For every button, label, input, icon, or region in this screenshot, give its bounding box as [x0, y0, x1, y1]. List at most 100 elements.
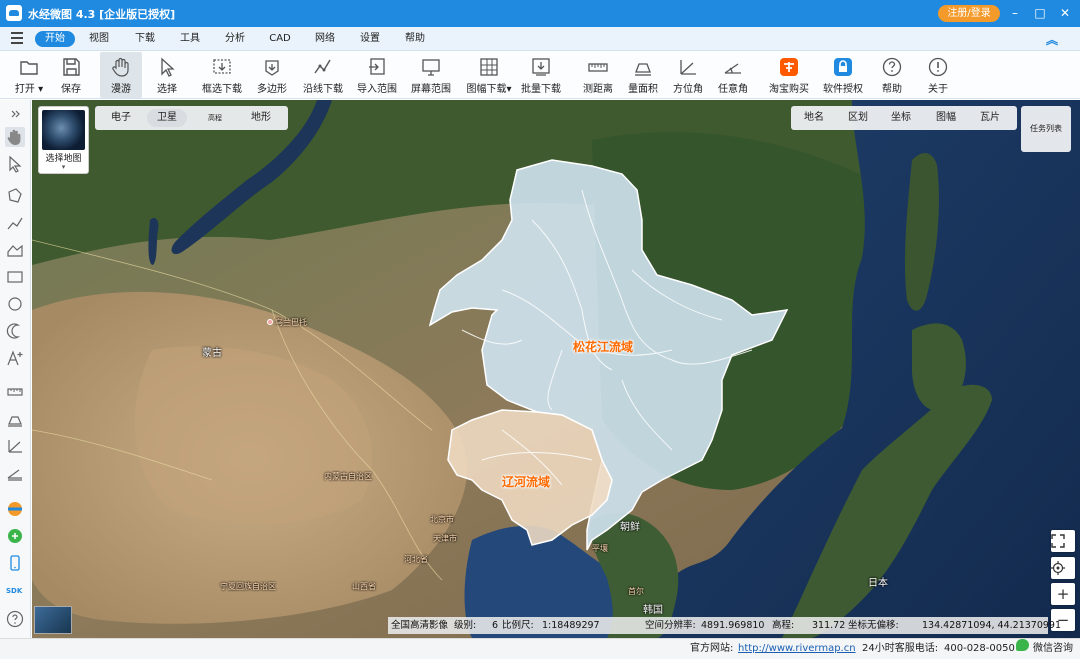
menu-tools[interactable]: 工具 [175, 31, 205, 47]
sidebar-area-icon[interactable] [5, 409, 25, 429]
menu-network[interactable]: 网络 [310, 31, 340, 47]
map-label-pyongyang: 平壤 [592, 544, 608, 553]
measure-area-button[interactable]: 量面积 [623, 52, 663, 98]
green-link-icon[interactable] [5, 526, 25, 546]
map-type-elevation[interactable]: 高程 [195, 109, 235, 127]
close-button[interactable]: ✕ [1056, 4, 1074, 22]
draw-rectangle-icon[interactable] [5, 267, 25, 287]
draw-line-icon[interactable] [5, 213, 25, 233]
menu-download[interactable]: 下载 [130, 31, 160, 47]
screen-range-button[interactable]: 屏幕范围 [408, 52, 454, 98]
line-download-button[interactable]: 沿线下载 [300, 52, 346, 98]
status-coord: 134.42871094, 44.21370991 [922, 620, 1062, 631]
polygon-icon [265, 60, 279, 76]
line-download-label: 沿线下载 [303, 84, 343, 95]
angle-icon [724, 63, 741, 74]
maximize-button[interactable]: □ [1031, 4, 1049, 22]
hand-icon [112, 57, 129, 77]
locate-button[interactable] [1051, 557, 1075, 579]
draw-circle-icon[interactable] [5, 294, 25, 314]
save-button[interactable]: 保存 [52, 52, 90, 98]
map-view[interactable]: 松花江流域 辽河流域 蒙古 乌兰巴托 内蒙古自治区 北京市 天津市 河北省 山西… [32, 100, 1080, 638]
svg-text:SDK: SDK [6, 587, 23, 595]
draw-area-icon[interactable] [5, 240, 25, 260]
import-icon [369, 58, 385, 75]
minimize-button[interactable]: – [1006, 4, 1024, 22]
wechat-consult-link[interactable]: 微信咨询 [1033, 639, 1073, 659]
license-label: 软件授权 [823, 84, 863, 95]
pan-button[interactable]: 漫游 [100, 52, 142, 98]
sdk-icon[interactable]: SDK [5, 580, 25, 600]
polyline-icon [314, 59, 331, 74]
map-label-hebei: 河北省 [404, 555, 428, 564]
measure-distance-button[interactable]: 测距离 [578, 52, 618, 98]
layer-place-names[interactable]: 地名 [804, 109, 824, 127]
select-tool-icon[interactable] [5, 154, 25, 174]
sidebar-help-icon[interactable] [5, 609, 25, 629]
map-type-satellite[interactable]: 卫星 [147, 109, 187, 127]
menu-start[interactable]: 开始 [35, 31, 75, 47]
sheet-download-label: 图幅下载 [466, 84, 507, 95]
expand-sidebar-icon[interactable] [5, 104, 25, 124]
monitor-icon [422, 59, 440, 76]
open-dropdown-arrow[interactable]: ▾ [38, 84, 43, 95]
hamburger-menu-icon[interactable] [11, 32, 23, 44]
menu-settings[interactable]: 设置 [355, 31, 385, 47]
wechat-icon[interactable] [1016, 639, 1029, 651]
add-text-icon[interactable] [5, 348, 25, 368]
sheet-download-button[interactable]: 图幅下载▾ [462, 52, 516, 98]
globe-thumbnail-icon [42, 110, 85, 150]
sidebar-ruler-icon[interactable] [5, 382, 25, 402]
lock-icon [834, 58, 852, 76]
menu-cad[interactable]: CAD [264, 31, 296, 47]
login-button[interactable]: 注册/登录 [938, 5, 1000, 22]
any-angle-button[interactable]: 任意角 [713, 52, 753, 98]
layer-coordinates[interactable]: 坐标 [891, 109, 911, 127]
polygon-button[interactable]: 多边形 [253, 52, 291, 98]
map-label-songhua-basin: 松花江流域 [573, 340, 634, 354]
sheet-dropdown-arrow[interactable]: ▾ [506, 84, 511, 95]
draw-polygon-icon[interactable] [5, 186, 25, 206]
sidebar-angle-icon[interactable] [5, 463, 25, 483]
measure-distance-label: 测距离 [583, 84, 613, 95]
map-type-terrain[interactable]: 地形 [241, 109, 281, 127]
overview-map-thumbnail[interactable] [34, 606, 72, 634]
status-resolution: 4891.969810 [701, 620, 765, 631]
box-download-button[interactable]: 框选下载 [197, 52, 247, 98]
azimuth-icon [680, 60, 696, 75]
menu-help[interactable]: 帮助 [400, 31, 430, 47]
sidebar-azimuth-icon[interactable] [5, 436, 25, 456]
taobao-buy-button[interactable]: 淘宝购买 [765, 52, 813, 98]
fullscreen-button[interactable] [1051, 530, 1075, 552]
zoom-in-button[interactable]: + [1051, 583, 1075, 605]
map-label-inner-mongolia: 内蒙古自治区 [324, 472, 372, 481]
taobao-buy-label: 淘宝购买 [769, 84, 809, 95]
about-button[interactable]: 关于 [920, 52, 956, 98]
layer-tiles[interactable]: 瓦片 [980, 109, 1000, 127]
app-logo-icon [6, 5, 22, 21]
menu-analysis[interactable]: 分析 [220, 31, 250, 47]
collapse-ribbon-icon[interactable]: ︽ [1046, 31, 1058, 48]
map-source-selector[interactable]: 选择地图 ▾ [38, 106, 89, 174]
draw-sector-icon[interactable] [5, 321, 25, 341]
globe-color-icon[interactable] [5, 499, 25, 519]
phone-icon[interactable] [5, 553, 25, 573]
layer-districts[interactable]: 区划 [848, 109, 868, 127]
fullscreen-icon [1051, 534, 1065, 548]
save-label: 保存 [61, 84, 81, 95]
map-type-electronic[interactable]: 电子 [101, 109, 141, 127]
open-button[interactable]: 打开 ▾ [8, 52, 50, 98]
task-list-button[interactable]: 任务列表 [1021, 106, 1071, 152]
map-label-beijing: 北京市 [430, 515, 454, 524]
status-elevation: 311.72 [812, 620, 846, 631]
import-range-button[interactable]: 导入范围 [354, 52, 400, 98]
menu-view[interactable]: 视图 [84, 31, 114, 47]
select-button[interactable]: 选择 [147, 52, 187, 98]
batch-download-button[interactable]: 批量下载 [518, 52, 564, 98]
license-button[interactable]: 软件授权 [820, 52, 866, 98]
website-link[interactable]: http://www.rivermap.cn [738, 639, 856, 659]
pan-tool-icon[interactable] [5, 127, 25, 147]
azimuth-button[interactable]: 方位角 [668, 52, 708, 98]
layer-sheets[interactable]: 图幅 [936, 109, 956, 127]
help-button[interactable]: 帮助 [874, 52, 910, 98]
